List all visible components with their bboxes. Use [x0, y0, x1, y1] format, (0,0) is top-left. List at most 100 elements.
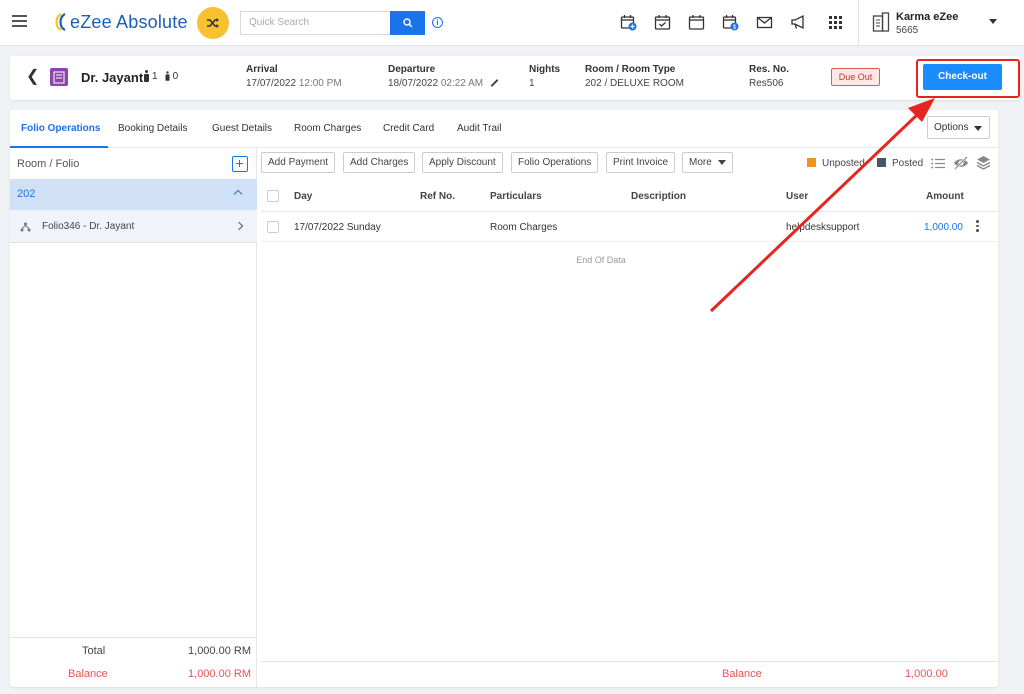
- column-ref-no[interactable]: Ref No.: [420, 191, 455, 202]
- search-button[interactable]: [390, 11, 425, 35]
- action-bar: Add Payment Add Charges Apply Discount F…: [261, 152, 998, 176]
- unposted-legend: Unposted: [822, 158, 865, 169]
- balance-value: 1,000.00 RM: [188, 668, 251, 680]
- quick-search-input[interactable]: Quick Search: [240, 11, 390, 35]
- cell-amount[interactable]: 1,000.00: [924, 222, 963, 233]
- room-type-label: Room / Room Type: [585, 64, 676, 75]
- posted-legend: Posted: [892, 158, 924, 169]
- search-icon: [402, 18, 412, 28]
- room-row[interactable]: 202: [10, 179, 257, 210]
- child-count: 0: [172, 71, 179, 82]
- folio-tree-icon: [20, 222, 31, 232]
- column-description[interactable]: Description: [631, 191, 686, 202]
- balance-label: Balance: [68, 668, 108, 680]
- list-view-icon[interactable]: [931, 158, 945, 169]
- property-name: Karma eZee: [896, 11, 959, 23]
- cell-day: 17/07/2022 Sunday: [294, 222, 381, 233]
- child-icon: [164, 71, 170, 81]
- hamburger-menu-icon[interactable]: [12, 15, 27, 27]
- departure-time: 02:22 AM: [440, 78, 484, 89]
- eye-off-icon[interactable]: [953, 156, 969, 170]
- mail-icon[interactable]: [756, 14, 773, 31]
- room-number: 202: [17, 188, 36, 200]
- tab-audit-trail[interactable]: Audit Trail: [457, 123, 501, 134]
- property-code: 5665: [896, 25, 919, 36]
- column-particulars[interactable]: Particulars: [490, 191, 542, 202]
- print-invoice-button[interactable]: Print Invoice: [606, 152, 676, 173]
- options-label: Options: [934, 122, 969, 133]
- app-title: eZee Absolute: [70, 11, 188, 32]
- checkout-button[interactable]: Check-out: [923, 64, 1002, 90]
- departure-value: 18/07/2022 02:22 AM: [388, 78, 499, 89]
- top-toolbar: $: [620, 14, 824, 31]
- back-arrow-icon[interactable]: ❮: [26, 69, 39, 85]
- adult-count: 1: [152, 71, 158, 82]
- tab-bar: Folio Operations Booking Details Guest D…: [10, 110, 998, 148]
- arrival-date: 17/07/2022: [246, 78, 297, 89]
- res-no-value: Res506: [749, 78, 784, 89]
- caret-down-icon: [717, 159, 726, 165]
- switch-button[interactable]: [197, 7, 229, 39]
- tab-guest-details[interactable]: Guest Details: [212, 123, 272, 134]
- total-label: Total: [82, 645, 106, 657]
- nights-label: Nights: [529, 64, 561, 75]
- building-icon: [872, 12, 890, 32]
- tab-booking-details[interactable]: Booking Details: [118, 123, 187, 134]
- top-bar: eZee Absolute Quick Search i $ Karma eZe…: [0, 0, 1024, 46]
- caret-down-icon: [974, 126, 982, 131]
- cell-particulars: Room Charges: [490, 222, 558, 233]
- status-badge: Due Out: [831, 68, 880, 86]
- add-charges-button[interactable]: Add Charges: [343, 152, 416, 173]
- calendar-add-icon[interactable]: [620, 14, 637, 31]
- options-dropdown[interactable]: Options: [927, 116, 990, 139]
- info-icon[interactable]: i: [432, 17, 443, 28]
- calendar-check-icon[interactable]: [654, 14, 671, 31]
- row-menu-icon[interactable]: [976, 220, 979, 234]
- select-all-checkbox[interactable]: [267, 190, 279, 202]
- chevron-up-icon[interactable]: [233, 189, 243, 199]
- column-user[interactable]: User: [786, 191, 808, 202]
- apps-grid-icon[interactable]: [829, 16, 842, 29]
- folio-panel: Room / Folio 202 Folio346 - Dr. Jayant T…: [10, 148, 257, 687]
- apply-discount-button[interactable]: Apply Discount: [422, 152, 503, 173]
- tab-room-charges[interactable]: Room Charges: [294, 123, 361, 134]
- total-value: 1,000.00 RM: [188, 645, 251, 657]
- nights-value: 1: [529, 78, 535, 89]
- more-dropdown[interactable]: More: [682, 152, 733, 173]
- add-folio-icon[interactable]: [232, 156, 248, 172]
- caret-down-icon: [989, 19, 997, 24]
- calendar-icon[interactable]: [688, 14, 705, 31]
- main-panel: Folio Operations Booking Details Guest D…: [10, 110, 998, 687]
- edit-pencil-icon[interactable]: [490, 79, 499, 88]
- chevron-right-icon[interactable]: [234, 221, 244, 231]
- folio-item[interactable]: Folio346 - Dr. Jayant: [10, 210, 257, 243]
- footer-balance-label: Balance: [722, 668, 762, 680]
- arrival-value: 17/07/2022 12:00 PM: [246, 78, 342, 89]
- property-selector[interactable]: Karma eZee 5665: [858, 0, 1024, 46]
- table-header: Day Ref No. Particulars Description User…: [261, 180, 998, 212]
- arrival-label: Arrival: [246, 64, 278, 75]
- megaphone-icon[interactable]: [790, 14, 807, 31]
- calendar-dollar-icon[interactable]: $: [722, 14, 739, 31]
- folio-label: Folio346 - Dr. Jayant: [42, 221, 135, 232]
- column-amount[interactable]: Amount: [926, 191, 964, 202]
- table-row[interactable]: 17/07/2022 Sunday Room Charges helpdesks…: [261, 212, 998, 242]
- adult-icon: [143, 70, 150, 82]
- layers-icon[interactable]: [976, 155, 991, 170]
- folio-panel-title: Room / Folio: [17, 158, 80, 170]
- footer-balance-value: 1,000.00: [905, 668, 948, 680]
- arrival-time: 12:00 PM: [298, 78, 342, 89]
- folio-panel-footer: Total 1,000.00 RM Balance 1,000.00 RM: [10, 637, 257, 687]
- app-logo[interactable]: eZee Absolute: [52, 11, 188, 33]
- column-day[interactable]: Day: [294, 191, 312, 202]
- unposted-swatch: [807, 158, 816, 167]
- shuffle-icon: [207, 18, 219, 28]
- add-payment-button[interactable]: Add Payment: [261, 152, 336, 173]
- res-no-label: Res. No.: [749, 64, 790, 75]
- guest-name[interactable]: Dr. Jayant: [81, 70, 143, 85]
- row-checkbox[interactable]: [267, 221, 279, 233]
- tab-folio-operations[interactable]: Folio Operations: [21, 123, 100, 134]
- tab-credit-card[interactable]: Credit Card: [383, 123, 434, 134]
- folio-panel-header: Room / Folio: [10, 148, 257, 179]
- folio-operations-button[interactable]: Folio Operations: [511, 152, 599, 173]
